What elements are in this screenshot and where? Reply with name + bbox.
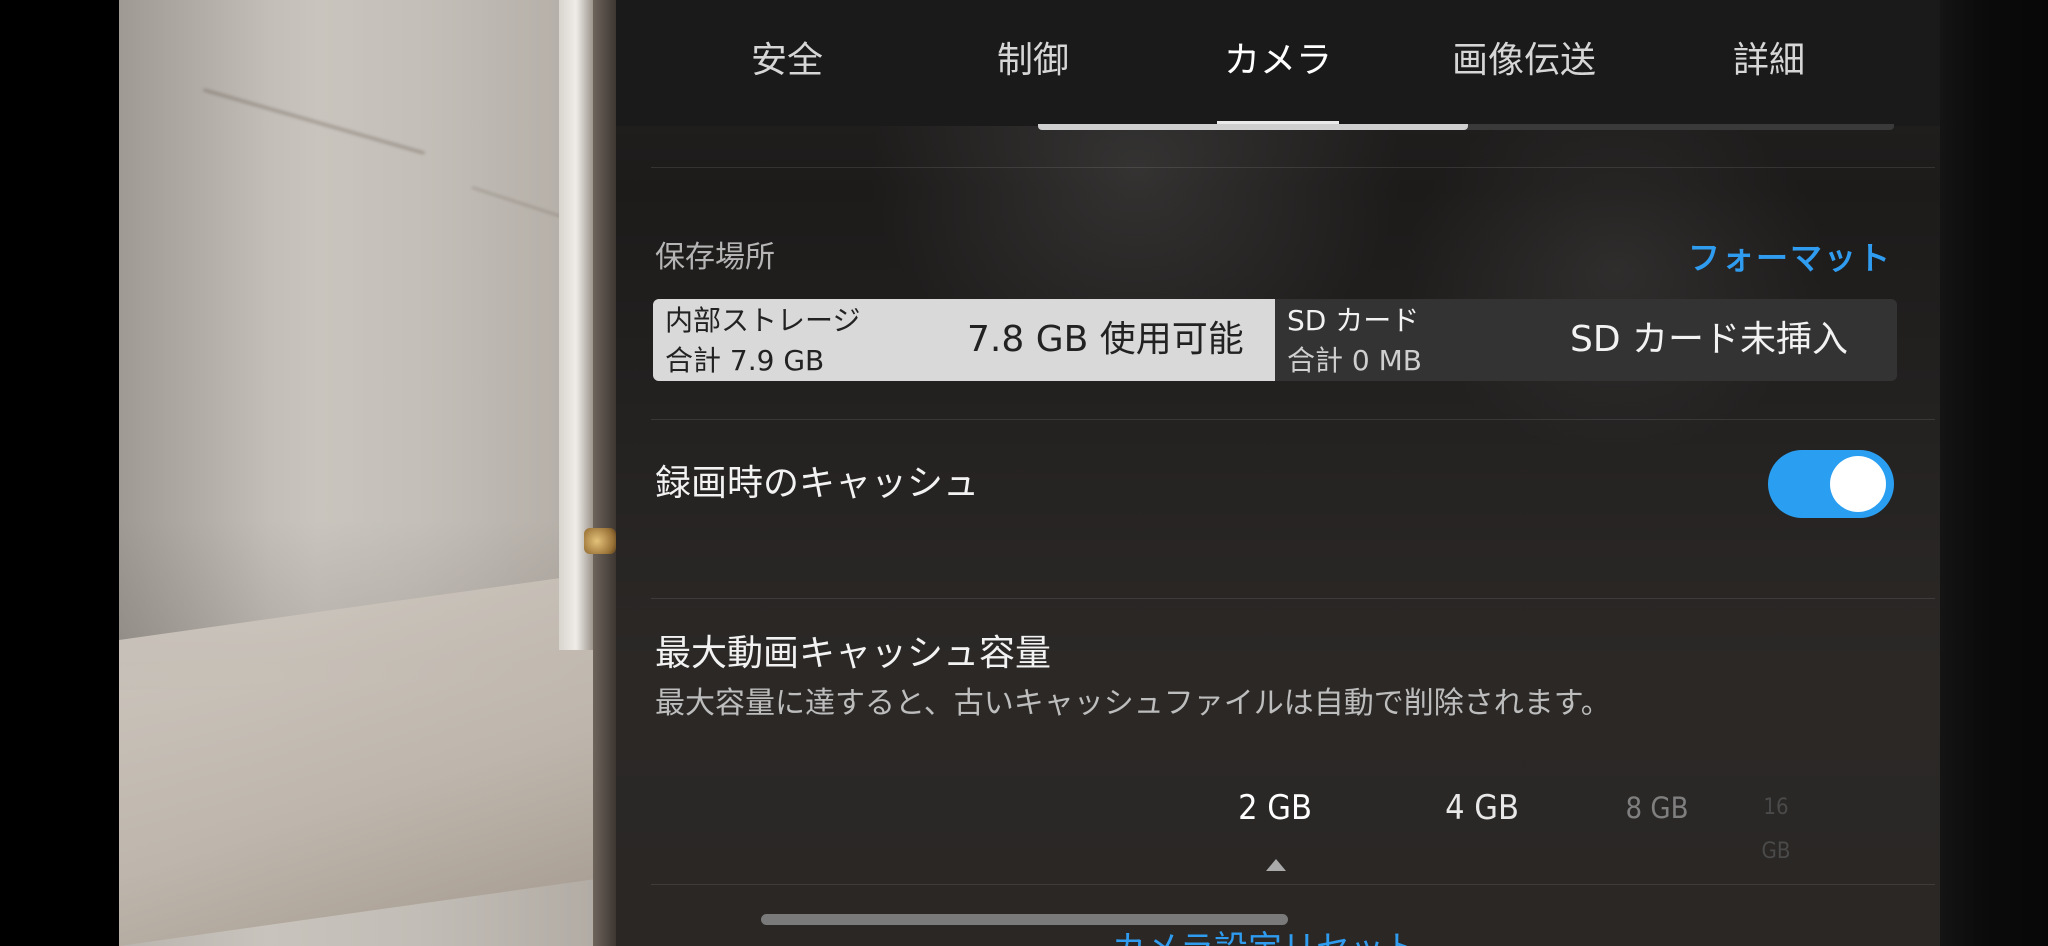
sd-card-total: 合計 0 MB (1287, 344, 1422, 377)
internal-storage-available: 7.8 GB 使用可能 (967, 319, 1244, 360)
storage-option-sd-card[interactable]: SD カード 合計 0 MB SD カード未挿入 (1275, 299, 1897, 381)
right-letterbox (1940, 0, 2048, 946)
tab-camera[interactable]: カメラ (1178, 36, 1378, 86)
divider (651, 167, 1935, 168)
settings-tab-bar: 安全 制御 カメラ 画像伝送 詳細 (616, 0, 1940, 126)
previous-setting-slider-fill (1038, 124, 1468, 130)
cache-option-2gb[interactable]: 2 GB (1225, 786, 1325, 830)
storage-selector: 内部ストレージ 合計 7.9 GB 7.8 GB 使用可能 SD カード 合計 … (653, 299, 1897, 381)
divider (651, 419, 1935, 420)
internal-storage-title: 内部ストレージ (665, 304, 861, 337)
cache-option-16gb[interactable]: 16 GB (1746, 786, 1806, 864)
max-cache-description: 最大容量に達すると、古いキャッシュファイルは自動で削除されます。 (655, 686, 1611, 721)
camera-reset-button[interactable]: カメラ設定リセット (1112, 924, 1418, 946)
storage-section-label: 保存場所 (655, 240, 775, 275)
cache-option-8gb[interactable]: 8 GB (1617, 786, 1697, 830)
camera-door-handle (584, 528, 616, 554)
format-button[interactable]: フォーマット (1688, 236, 1892, 280)
sd-card-title: SD カード (1287, 304, 1420, 337)
selected-option-pointer-icon (1266, 859, 1286, 871)
internal-storage-total: 合計 7.9 GB (665, 344, 825, 377)
tab-control[interactable]: 制御 (933, 36, 1133, 86)
camera-live-view[interactable] (119, 0, 616, 946)
tab-safety[interactable]: 安全 (687, 36, 887, 86)
divider (651, 598, 1935, 599)
app-screen: 安全 制御 カメラ 画像伝送 詳細 保存場所 フォーマット 内部ストレージ 合計… (0, 0, 2048, 946)
recording-cache-label: 録画時のキャッシュ (655, 463, 980, 504)
left-letterbox (0, 0, 119, 946)
cache-option-4gb[interactable]: 4 GB (1432, 786, 1532, 830)
storage-option-internal[interactable]: 内部ストレージ 合計 7.9 GB 7.8 GB 使用可能 (653, 299, 1275, 381)
tab-transmission[interactable]: 画像伝送 (1424, 36, 1624, 86)
tab-advanced[interactable]: 詳細 (1669, 36, 1869, 86)
recording-cache-toggle[interactable] (1768, 450, 1894, 518)
max-cache-label: 最大動画キャッシュ容量 (655, 633, 1052, 674)
toggle-knob (1830, 456, 1886, 512)
sd-card-status: SD カード未挿入 (1570, 319, 1849, 360)
camera-door-edge (593, 0, 616, 946)
divider (651, 884, 1935, 885)
